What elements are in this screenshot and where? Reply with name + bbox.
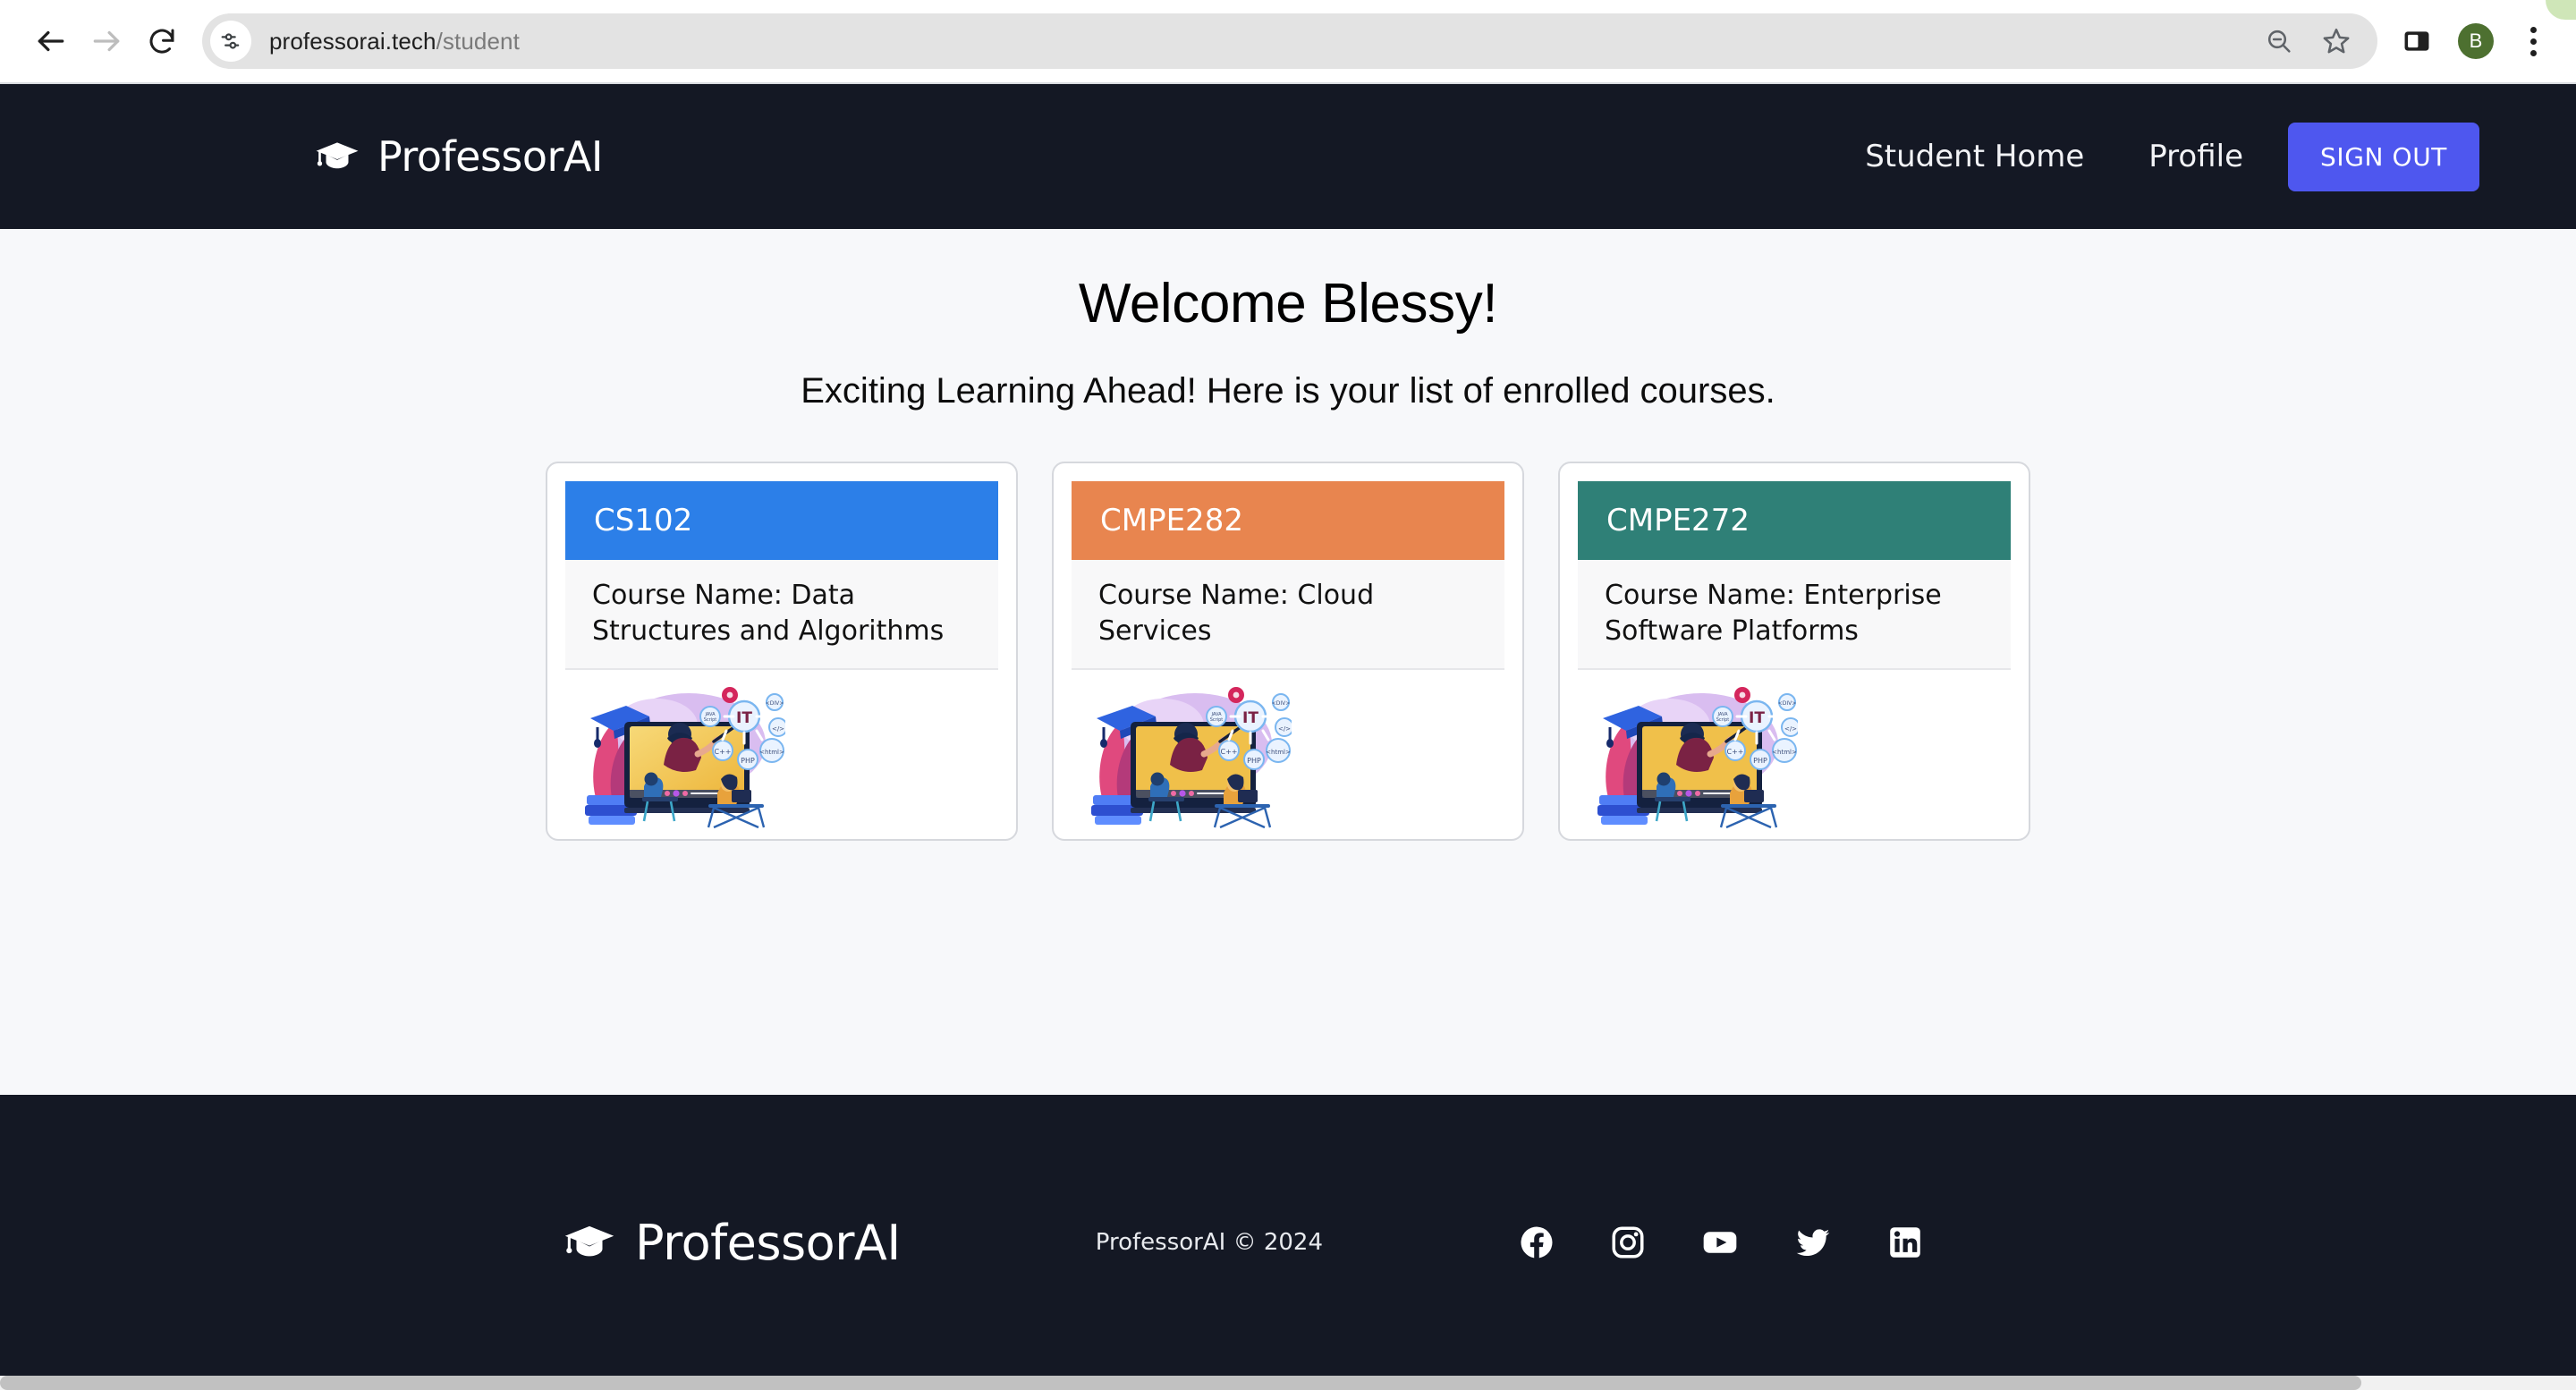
browser-menu-button[interactable] [2513, 20, 2553, 63]
it-online-learning-illustration: IT JAVA Script C++ PHP <html> <DIV> </> [1597, 687, 1798, 829]
url-path: /student [436, 27, 520, 55]
zoom-out-button[interactable] [2258, 20, 2301, 63]
course-code: CS102 [594, 503, 693, 538]
profile-avatar[interactable]: B [2458, 23, 2494, 59]
svg-text:IT: IT [1749, 709, 1765, 727]
course-name: Course Name: Cloud Services [1098, 580, 1375, 647]
svg-text:</>: </> [772, 725, 784, 733]
reload-button[interactable] [134, 13, 190, 69]
menu-dot [2529, 49, 2537, 56]
course-name: Course Name: Enterprise Software Platfor… [1605, 580, 1942, 647]
address-bar[interactable]: professorai.tech/student [202, 13, 2377, 69]
header-brand[interactable]: ProfessorAI [315, 132, 604, 181]
main-content: Welcome Blessy! Exciting Learning Ahead!… [0, 229, 2576, 1095]
svg-text:IT: IT [1242, 709, 1258, 727]
menu-dot [2529, 26, 2537, 33]
youtube-link[interactable] [1700, 1223, 1740, 1262]
svg-text:<html>: <html> [1266, 749, 1291, 756]
course-card[interactable]: CMPE282 Course Name: Cloud Services IT J… [1052, 462, 1524, 841]
omnibox-actions [2258, 20, 2377, 63]
footer-social-links [1518, 1223, 1924, 1262]
svg-text:Script: Script [1210, 717, 1224, 723]
svg-text:<html>: <html> [1772, 749, 1797, 756]
course-code: CMPE282 [1100, 503, 1243, 538]
course-card[interactable]: CMPE272 Course Name: Enterprise Software… [1558, 462, 2030, 841]
instagram-icon [1612, 1226, 1644, 1259]
it-online-learning-illustration: IT JAVA Script C++ PHP <html> <DIV> </> [1091, 687, 1292, 829]
svg-text:<DIV>: <DIV> [1272, 700, 1291, 707]
twitter-link[interactable] [1793, 1223, 1833, 1262]
course-code: CMPE272 [1606, 503, 1750, 538]
course-illustration: IT JAVA Script C++ PHP <html> <DIV> </> [1072, 670, 1504, 836]
footer-brand[interactable]: ProfessorAI [564, 1215, 901, 1271]
course-card-body: Course Name: Data Structures and Algorit… [565, 560, 998, 671]
course-card-header: CMPE282 [1072, 481, 1504, 560]
svg-text:IT: IT [736, 709, 752, 727]
nav-link-student-home[interactable]: Student Home [1833, 139, 2116, 174]
svg-text:<DIV>: <DIV> [1778, 700, 1797, 707]
sign-out-button[interactable]: SIGN OUT [2287, 122, 2479, 191]
it-online-learning-illustration: IT JAVA Script C++ PHP <html> <DIV> </> [585, 687, 785, 829]
course-card-list: CS102 Course Name: Data Structures and A… [0, 462, 2576, 841]
site-settings-button[interactable] [210, 21, 251, 62]
back-button[interactable] [23, 13, 79, 69]
svg-text:Script: Script [1716, 717, 1730, 723]
side-panel-icon [2404, 31, 2429, 51]
tune-sliders-icon [221, 33, 240, 49]
linkedin-link[interactable] [1886, 1224, 1924, 1261]
twitter-icon [1796, 1229, 1830, 1257]
course-card[interactable]: CS102 Course Name: Data Structures and A… [546, 462, 1018, 841]
back-arrow-icon [38, 30, 64, 52]
svg-text:</>: </> [1278, 725, 1291, 733]
zoom-out-magnifier-icon [2267, 30, 2291, 53]
welcome-title: Welcome Blessy! [1078, 273, 1498, 335]
course-illustration: IT JAVA Script C++ PHP <html> <DIV> </> [1578, 670, 2011, 836]
side-panel-button[interactable] [2395, 20, 2438, 63]
youtube-icon [1703, 1232, 1737, 1253]
welcome-subtitle: Exciting Learning Ahead! Here is your li… [801, 371, 1775, 411]
menu-dot [2529, 38, 2537, 45]
browser-toolbar: professorai.tech/student B [0, 0, 2576, 82]
site-footer: ProfessorAI ProfessorAI © 2024 [0, 1095, 2576, 1390]
svg-text:<DIV>: <DIV> [766, 700, 784, 707]
instagram-link[interactable] [1609, 1224, 1647, 1261]
course-card-body: Course Name: Cloud Services [1072, 560, 1504, 671]
url-text: professorai.tech/student [269, 28, 520, 55]
footer-brand-name: ProfessorAI [635, 1214, 901, 1271]
site-header: ProfessorAI Student Home Profile SIGN OU… [0, 84, 2576, 229]
svg-text:C++: C++ [1727, 748, 1744, 756]
forward-arrow-icon [93, 30, 120, 52]
horizontal-scrollbar[interactable] [0, 1376, 2576, 1390]
svg-text:PHP: PHP [1247, 757, 1261, 765]
scrollbar-thumb[interactable] [0, 1376, 2361, 1390]
linkedin-icon [1890, 1227, 1920, 1258]
header-nav: Student Home Profile SIGN OUT [1833, 122, 2517, 191]
svg-text:C++: C++ [715, 748, 732, 756]
course-card-header: CS102 [565, 481, 998, 560]
footer-copyright: ProfessorAI © 2024 [1095, 1229, 1324, 1256]
graduation-cap-icon [564, 1225, 614, 1257]
course-card-body: Course Name: Enterprise Software Platfor… [1578, 560, 2011, 671]
browser-right-actions: B [2395, 20, 2553, 63]
facebook-icon [1521, 1226, 1553, 1259]
svg-text:</>: </> [1784, 725, 1797, 733]
bookmark-star-icon [2323, 28, 2350, 54]
window-corner-accent [2546, 0, 2576, 20]
course-card-header: CMPE272 [1578, 481, 2011, 560]
reload-icon [149, 29, 174, 54]
url-domain: professorai.tech [269, 27, 436, 55]
svg-text:PHP: PHP [741, 757, 755, 765]
svg-text:<html>: <html> [759, 749, 784, 756]
svg-text:PHP: PHP [1753, 757, 1767, 765]
graduation-cap-icon [316, 142, 359, 169]
course-illustration: IT JAVA Script C++ PHP <html> <DIV> </> [565, 670, 998, 836]
facebook-link[interactable] [1518, 1224, 1555, 1261]
nav-link-profile[interactable]: Profile [2116, 139, 2275, 174]
svg-text:Script: Script [704, 717, 717, 723]
svg-text:C++: C++ [1221, 748, 1238, 756]
forward-button[interactable] [79, 13, 134, 69]
header-brand-name: ProfessorAI [377, 132, 604, 181]
course-name: Course Name: Data Structures and Algorit… [592, 580, 945, 647]
bookmark-button[interactable] [2315, 20, 2358, 63]
